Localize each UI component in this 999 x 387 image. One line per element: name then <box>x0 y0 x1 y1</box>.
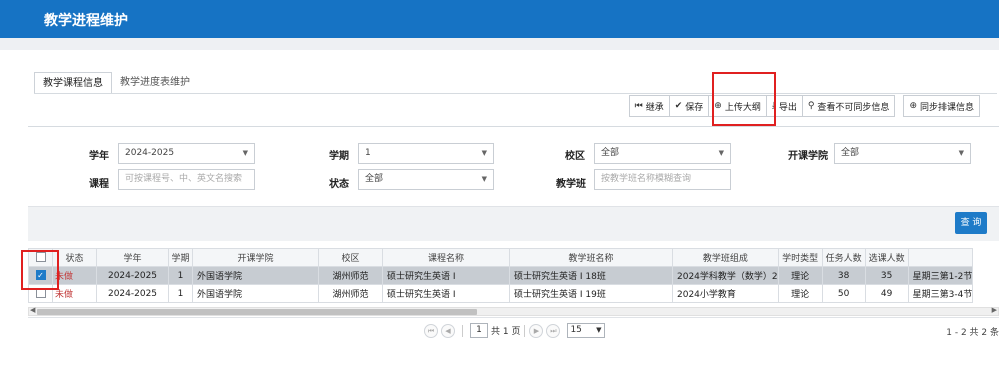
year-label: 学年 <box>89 151 109 162</box>
table-cell: 外国语学院 <box>192 284 319 303</box>
column-header[interactable]: 教学班组成 <box>672 248 779 267</box>
next-page-icon[interactable]: ▶ <box>529 323 544 338</box>
scroll-right-icon[interactable]: ▶ <box>992 306 997 314</box>
sync-icon: ⊕ <box>909 101 917 111</box>
table-cell: 1 <box>168 284 193 303</box>
table-cell: 星期三第1-2节 <box>907 266 974 285</box>
horizontal-scrollbar[interactable]: ◀ ▶ <box>28 306 999 316</box>
campus-label: 校区 <box>565 151 585 162</box>
page-size-select[interactable]: 15 ▼ <box>567 323 606 338</box>
table-cell: 2024-2025 <box>96 266 169 285</box>
total-pages-text: 共 1 页 <box>491 327 521 337</box>
pager-controls: ⏮ ◀ 1 共 1 页 ▶ ⏭ 15 ▼ <box>424 323 606 338</box>
term-label: 学期 <box>329 151 349 162</box>
page-number-input[interactable]: 1 <box>470 323 488 338</box>
checkbox-highlight-box <box>21 250 59 290</box>
table-cell: 湖州师范 <box>318 284 383 303</box>
table-row[interactable]: 未做 2024-2025 1 外国语学院 湖州师范 硕士研究生英语 I 硕士研究… <box>28 284 974 303</box>
table-cell: 50 <box>821 284 866 303</box>
chevron-down-icon: ▼ <box>481 175 487 183</box>
search-form: 学年 2024-2025 ▼ 学期 1 ▼ 校区 全部 ▼ 开课学院 全部 ▼ 课程 可… <box>28 126 999 206</box>
upload-highlight-box <box>712 72 776 126</box>
tab-progress-table[interactable]: 教学进度表维护 <box>112 72 198 94</box>
column-header[interactable]: 选课人数 <box>864 248 909 267</box>
query-bar: 查 询 <box>28 206 999 241</box>
course-search-input[interactable]: 可按课程号、中、英文名搜索 <box>118 169 255 190</box>
table-row[interactable]: ✓ 未做 2024-2025 1 外国语学院 湖州师范 硕士研究生英语 I 硕士… <box>28 266 974 285</box>
table-cell: 理论 <box>777 284 823 303</box>
last-page-icon[interactable]: ⏭ <box>546 323 561 338</box>
chevron-down-icon: ▼ <box>242 149 248 157</box>
chevron-down-icon: ▼ <box>958 149 964 157</box>
term-select[interactable]: 1 ▼ <box>358 143 494 164</box>
column-header[interactable] <box>907 248 974 267</box>
table-cell: 湖州师范 <box>318 266 383 285</box>
table-cell: 2024学科教学（数学）2 <box>672 266 779 285</box>
scroll-left-icon[interactable]: ◀ <box>30 306 35 314</box>
table-cell: 硕士研究生英语 I 18班 <box>509 266 673 285</box>
column-header[interactable]: 开课学院 <box>192 248 319 267</box>
status-label: 状态 <box>329 179 349 190</box>
table-cell: 35 <box>864 266 909 285</box>
app-header: 教学进程维护 <box>0 0 999 38</box>
table-cell: 星期三第3-4节 <box>907 284 974 303</box>
table-cell: 49 <box>864 284 909 303</box>
search-icon: ⚲ <box>807 101 815 111</box>
pagination-bar: ⏮ ◀ 1 共 1 页 ▶ ⏭ 15 ▼ 1 - 2 共 2 条 <box>28 317 999 345</box>
tab-divider <box>34 93 997 94</box>
table-cell: 2024小学教育 <box>672 284 779 303</box>
course-label: 课程 <box>89 179 109 190</box>
prev-page-icon[interactable]: ◀ <box>441 323 455 338</box>
scrollbar-thumb[interactable] <box>37 309 477 315</box>
column-header[interactable]: 课程名称 <box>382 248 510 267</box>
save-icon: ✔ <box>674 101 683 111</box>
column-header[interactable]: 校区 <box>318 248 383 267</box>
campus-select[interactable]: 全部 ▼ <box>594 143 731 164</box>
toolbar: ⏮ 继承 ✔ 保存 ⊕ 上传大纲 ⤓ 导出 ⚲ 查看不可同步信息 ⊕ 同步排课信息 <box>628 95 980 117</box>
class-label: 教学班 <box>556 179 586 190</box>
first-page-icon[interactable]: ⏮ <box>424 323 438 338</box>
class-search-input[interactable]: 按教学班名称模糊查询 <box>594 169 731 190</box>
sync-schedule-button[interactable]: ⊕ 同步排课信息 <box>903 95 980 117</box>
inherit-button[interactable]: ⏮ 继承 <box>628 95 670 117</box>
column-header[interactable]: 学年 <box>96 248 169 267</box>
course-table: 状态 学年 学期 开课学院 校区 课程名称 教学班名称 教学班组成 学时类型 任… <box>28 248 999 303</box>
table-cell: 硕士研究生英语 I 19班 <box>509 284 673 303</box>
column-header[interactable]: 状态 <box>52 248 97 267</box>
header-spacer <box>0 38 999 50</box>
tab-course-info[interactable]: 教学课程信息 <box>34 72 112 94</box>
record-count: 1 - 2 共 2 条 <box>946 328 999 338</box>
column-header[interactable]: 学时类型 <box>777 248 823 267</box>
column-header[interactable]: 学期 <box>168 248 193 267</box>
college-select[interactable]: 全部 ▼ <box>834 143 971 164</box>
view-unsync-button[interactable]: ⚲ 查看不可同步信息 <box>802 95 896 117</box>
chevron-down-icon: ▼ <box>481 149 487 157</box>
query-button[interactable]: 查 询 <box>955 212 987 234</box>
pager-divider <box>524 324 526 337</box>
status-select[interactable]: 全部 ▼ <box>358 169 494 190</box>
tab-bar: 教学课程信息 教学进度表维护 <box>34 72 198 94</box>
column-header[interactable]: 教学班名称 <box>509 248 673 267</box>
inherit-icon: ⏮ <box>634 101 643 111</box>
table-cell: 理论 <box>777 266 823 285</box>
app-title: 教学进程维护 <box>44 13 128 29</box>
table-cell: 2024-2025 <box>96 284 169 303</box>
table-header-row: 状态 学年 学期 开课学院 校区 课程名称 教学班名称 教学班组成 学时类型 任… <box>28 248 974 267</box>
chevron-down-icon: ▼ <box>718 149 724 157</box>
table-cell: 1 <box>168 266 193 285</box>
college-label: 开课学院 <box>788 151 828 162</box>
chevron-down-icon: ▼ <box>596 326 602 334</box>
save-button[interactable]: ✔ 保存 <box>669 95 710 117</box>
year-select[interactable]: 2024-2025 ▼ <box>118 143 255 164</box>
status-cell: 未做 <box>52 266 97 285</box>
main-panel: 教学课程信息 教学进度表维护 ⏮ 继承 ✔ 保存 ⊕ 上传大纲 ⤓ 导出 ⚲ 查看不可同步… <box>18 50 999 387</box>
table-cell: 硕士研究生英语 I <box>382 266 510 285</box>
pager-divider <box>462 324 463 337</box>
column-header[interactable]: 任务人数 <box>821 248 866 267</box>
table-cell: 外国语学院 <box>192 266 319 285</box>
table-cell: 38 <box>821 266 866 285</box>
table-cell: 硕士研究生英语 I <box>382 284 510 303</box>
status-cell: 未做 <box>52 284 97 303</box>
